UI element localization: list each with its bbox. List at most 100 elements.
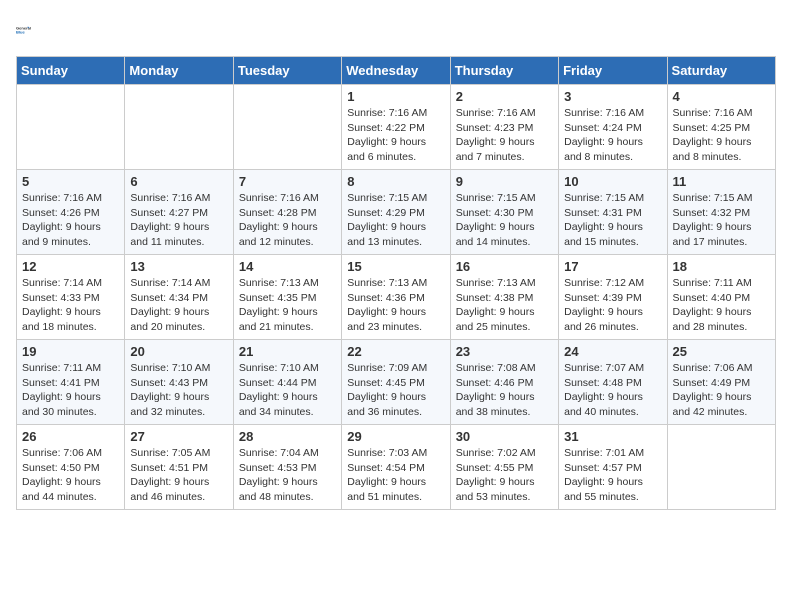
calendar-cell (667, 425, 775, 510)
day-number: 7 (239, 174, 336, 189)
calendar-cell: 29 Sunrise: 7:03 AM Sunset: 4:54 PM Dayli… (342, 425, 450, 510)
day-number: 11 (673, 174, 770, 189)
day-info: Sunrise: 7:06 AM Sunset: 4:50 PM Dayligh… (22, 446, 119, 505)
day-info: Sunrise: 7:04 AM Sunset: 4:53 PM Dayligh… (239, 446, 336, 505)
calendar-cell (233, 85, 341, 170)
calendar-cell: 10Sunrise: 7:15 AM Sunset: 4:31 PM Dayli… (559, 170, 667, 255)
day-number: 14 (239, 259, 336, 274)
calendar-cell: 3 Sunrise: 7:16 AM Sunset: 4:24 PM Daylig… (559, 85, 667, 170)
calendar-cell: 1 Sunrise: 7:16 AM Sunset: 4:22 PM Daylig… (342, 85, 450, 170)
day-number: 3 (564, 89, 661, 104)
header: GeneralBlue (16, 16, 776, 44)
day-info: Sunrise: 7:15 AM Sunset: 4:32 PM Dayligh… (673, 191, 770, 250)
day-info: Sunrise: 7:13 AM Sunset: 4:38 PM Dayligh… (456, 276, 553, 335)
day-number: 26 (22, 429, 119, 444)
day-info: Sunrise: 7:01 AM Sunset: 4:57 PM Dayligh… (564, 446, 661, 505)
svg-text:Blue: Blue (16, 30, 25, 35)
week-row-3: 12 Sunrise: 7:14 AM Sunset: 4:33 PM Dayli… (17, 255, 776, 340)
day-info: Sunrise: 7:16 AM Sunset: 4:25 PM Dayligh… (673, 106, 770, 165)
weekday-header-wednesday: Wednesday (342, 57, 450, 85)
day-number: 20 (130, 344, 227, 359)
day-info: Sunrise: 7:09 AM Sunset: 4:45 PM Dayligh… (347, 361, 444, 420)
day-number: 29 (347, 429, 444, 444)
weekday-header-thursday: Thursday (450, 57, 558, 85)
day-number: 18 (673, 259, 770, 274)
day-info: Sunrise: 7:14 AM Sunset: 4:34 PM Dayligh… (130, 276, 227, 335)
day-info: Sunrise: 7:16 AM Sunset: 4:27 PM Dayligh… (130, 191, 227, 250)
calendar-cell: 21 Sunrise: 7:10 AM Sunset: 4:44 PM Dayli… (233, 340, 341, 425)
day-info: Sunrise: 7:11 AM Sunset: 4:41 PM Dayligh… (22, 361, 119, 420)
day-number: 1 (347, 89, 444, 104)
calendar-cell: 15 Sunrise: 7:13 AM Sunset: 4:36 PM Dayli… (342, 255, 450, 340)
day-info: Sunrise: 7:07 AM Sunset: 4:48 PM Dayligh… (564, 361, 661, 420)
day-number: 12 (22, 259, 119, 274)
calendar-cell: 18 Sunrise: 7:11 AM Sunset: 4:40 PM Dayli… (667, 255, 775, 340)
calendar-cell: 16 Sunrise: 7:13 AM Sunset: 4:38 PM Dayli… (450, 255, 558, 340)
calendar-cell: 22Sunrise: 7:09 AM Sunset: 4:45 PM Dayli… (342, 340, 450, 425)
calendar-cell: 12 Sunrise: 7:14 AM Sunset: 4:33 PM Dayli… (17, 255, 125, 340)
day-info: Sunrise: 7:16 AM Sunset: 4:24 PM Dayligh… (564, 106, 661, 165)
calendar-cell: 9 Sunrise: 7:15 AM Sunset: 4:30 PM Daylig… (450, 170, 558, 255)
calendar-cell: 25 Sunrise: 7:06 AM Sunset: 4:49 PM Dayli… (667, 340, 775, 425)
calendar-cell (17, 85, 125, 170)
day-info: Sunrise: 7:16 AM Sunset: 4:22 PM Dayligh… (347, 106, 444, 165)
calendar-cell: 5 Sunrise: 7:16 AM Sunset: 4:26 PM Daylig… (17, 170, 125, 255)
calendar-cell (125, 85, 233, 170)
calendar-cell: 8 Sunrise: 7:15 AM Sunset: 4:29 PM Daylig… (342, 170, 450, 255)
day-info: Sunrise: 7:10 AM Sunset: 4:44 PM Dayligh… (239, 361, 336, 420)
weekday-header-tuesday: Tuesday (233, 57, 341, 85)
day-number: 9 (456, 174, 553, 189)
calendar-cell: 2Sunrise: 7:16 AM Sunset: 4:23 PM Daylig… (450, 85, 558, 170)
day-info: Sunrise: 7:08 AM Sunset: 4:46 PM Dayligh… (456, 361, 553, 420)
weekday-header-monday: Monday (125, 57, 233, 85)
day-info: Sunrise: 7:14 AM Sunset: 4:33 PM Dayligh… (22, 276, 119, 335)
day-info: Sunrise: 7:03 AM Sunset: 4:54 PM Dayligh… (347, 446, 444, 505)
day-number: 15 (347, 259, 444, 274)
calendar-cell: 17Sunrise: 7:12 AM Sunset: 4:39 PM Dayli… (559, 255, 667, 340)
day-info: Sunrise: 7:06 AM Sunset: 4:49 PM Dayligh… (673, 361, 770, 420)
day-number: 16 (456, 259, 553, 274)
calendar-cell: 24 Sunrise: 7:07 AM Sunset: 4:48 PM Dayli… (559, 340, 667, 425)
day-info: Sunrise: 7:13 AM Sunset: 4:36 PM Dayligh… (347, 276, 444, 335)
week-row-4: 19 Sunrise: 7:11 AM Sunset: 4:41 PM Dayli… (17, 340, 776, 425)
day-number: 10 (564, 174, 661, 189)
calendar-cell: 7 Sunrise: 7:16 AM Sunset: 4:28 PM Daylig… (233, 170, 341, 255)
day-info: Sunrise: 7:11 AM Sunset: 4:40 PM Dayligh… (673, 276, 770, 335)
day-number: 21 (239, 344, 336, 359)
day-info: Sunrise: 7:15 AM Sunset: 4:29 PM Dayligh… (347, 191, 444, 250)
day-number: 24 (564, 344, 661, 359)
day-number: 6 (130, 174, 227, 189)
day-info: Sunrise: 7:05 AM Sunset: 4:51 PM Dayligh… (130, 446, 227, 505)
weekday-header-sunday: Sunday (17, 57, 125, 85)
calendar-cell: 19 Sunrise: 7:11 AM Sunset: 4:41 PM Dayli… (17, 340, 125, 425)
week-row-5: 26 Sunrise: 7:06 AM Sunset: 4:50 PM Dayli… (17, 425, 776, 510)
calendar-cell: 26 Sunrise: 7:06 AM Sunset: 4:50 PM Dayli… (17, 425, 125, 510)
day-number: 31 (564, 429, 661, 444)
day-info: Sunrise: 7:15 AM Sunset: 4:30 PM Dayligh… (456, 191, 553, 250)
logo: GeneralBlue (16, 16, 44, 44)
day-number: 27 (130, 429, 227, 444)
calendar-cell: 14 Sunrise: 7:13 AM Sunset: 4:35 PM Dayli… (233, 255, 341, 340)
weekday-header-saturday: Saturday (667, 57, 775, 85)
day-number: 5 (22, 174, 119, 189)
calendar-table: SundayMondayTuesdayWednesdayThursdayFrid… (16, 56, 776, 510)
day-number: 28 (239, 429, 336, 444)
day-info: Sunrise: 7:13 AM Sunset: 4:35 PM Dayligh… (239, 276, 336, 335)
calendar-cell: 20Sunrise: 7:10 AM Sunset: 4:43 PM Dayli… (125, 340, 233, 425)
calendar-cell: 11 Sunrise: 7:15 AM Sunset: 4:32 PM Dayli… (667, 170, 775, 255)
day-number: 25 (673, 344, 770, 359)
calendar-cell: 27 Sunrise: 7:05 AM Sunset: 4:51 PM Dayli… (125, 425, 233, 510)
day-info: Sunrise: 7:16 AM Sunset: 4:23 PM Dayligh… (456, 106, 553, 165)
weekday-header-row: SundayMondayTuesdayWednesdayThursdayFrid… (17, 57, 776, 85)
day-number: 13 (130, 259, 227, 274)
day-info: Sunrise: 7:16 AM Sunset: 4:26 PM Dayligh… (22, 191, 119, 250)
day-number: 19 (22, 344, 119, 359)
calendar-cell: 31 Sunrise: 7:01 AM Sunset: 4:57 PM Dayli… (559, 425, 667, 510)
day-number: 30 (456, 429, 553, 444)
calendar-cell: 23Sunrise: 7:08 AM Sunset: 4:46 PM Dayli… (450, 340, 558, 425)
logo-icon: GeneralBlue (16, 16, 44, 44)
day-info: Sunrise: 7:16 AM Sunset: 4:28 PM Dayligh… (239, 191, 336, 250)
week-row-1: 1 Sunrise: 7:16 AM Sunset: 4:22 PM Daylig… (17, 85, 776, 170)
day-info: Sunrise: 7:12 AM Sunset: 4:39 PM Dayligh… (564, 276, 661, 335)
day-number: 8 (347, 174, 444, 189)
